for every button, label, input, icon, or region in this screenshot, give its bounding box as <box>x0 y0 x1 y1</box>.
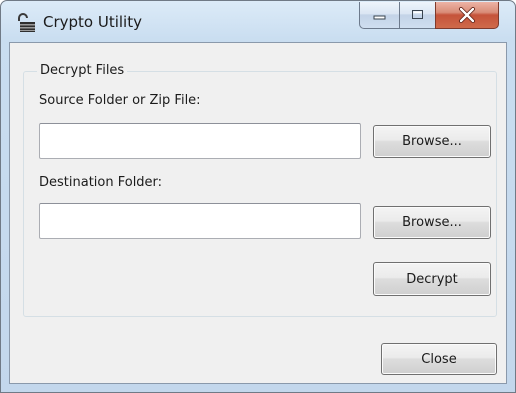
source-label: Source Folder or Zip File: <box>39 93 201 108</box>
maximize-button[interactable] <box>399 2 435 29</box>
close-window-button[interactable] <box>435 2 499 29</box>
title-bar[interactable]: Crypto Utility <box>1 1 515 43</box>
group-legend: Decrypt Files <box>37 63 128 78</box>
destination-browse-button[interactable]: Browse... <box>373 206 491 239</box>
maximize-icon <box>411 10 423 19</box>
destination-label: Destination Folder: <box>39 175 163 190</box>
source-browse-button[interactable]: Browse... <box>373 125 491 158</box>
key-lock-icon <box>15 12 37 34</box>
caption-buttons <box>359 2 499 29</box>
minimize-icon <box>373 15 385 20</box>
close-icon <box>459 7 475 23</box>
source-input[interactable] <box>39 123 361 159</box>
minimize-button[interactable] <box>359 2 399 29</box>
decrypt-button[interactable]: Decrypt <box>373 262 491 296</box>
crypto-utility-window: Crypto Utility Decrypt Files Source Fold… <box>0 0 516 393</box>
close-button[interactable]: Close <box>381 343 497 375</box>
destination-input[interactable] <box>39 203 361 239</box>
window-title: Crypto Utility <box>43 13 142 31</box>
